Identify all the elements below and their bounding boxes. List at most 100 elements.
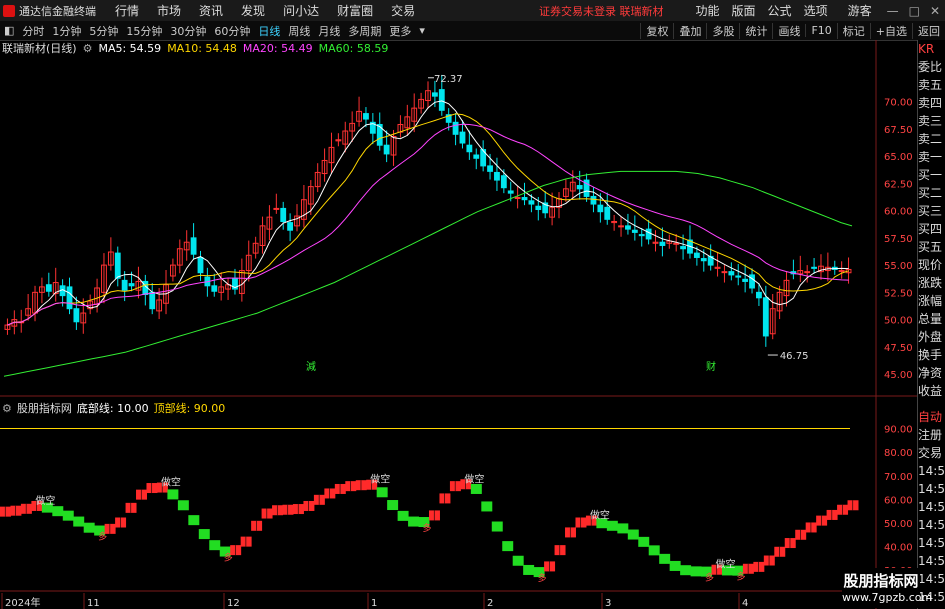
buy-signal-label: 多: [736, 571, 745, 583]
panel-field: 卖一: [918, 150, 943, 164]
panel-field: 涨幅: [918, 294, 943, 308]
candle-body: [473, 154, 480, 159]
login-notice[interactable]: 证券交易未登录 联瑞新材: [539, 3, 664, 19]
maximize-icon[interactable]: □: [909, 4, 920, 18]
menu-trade[interactable]: 交易: [391, 2, 415, 19]
panel-field: 外盘: [918, 330, 943, 344]
indicator-name[interactable]: 股朋指标网: [17, 400, 72, 416]
low-price-label: 46.75: [780, 351, 809, 362]
restore-rights-button[interactable]: 复权: [640, 22, 673, 39]
menu-wealth[interactable]: 财富圈: [337, 2, 373, 19]
close-icon[interactable]: ✕: [930, 4, 940, 18]
sell-signal-label: 做空: [35, 494, 55, 507]
candle-body: [280, 207, 287, 222]
panel-bottom-list: 自动注册交易 14:55 14:55 14:55 14:55 14:56 14:56 14:5…: [918, 408, 945, 606]
sell-signal-label: 做空: [716, 558, 736, 571]
period-daily[interactable]: 日线: [258, 23, 280, 39]
price-axis: 70.00 67.50 65.00 62.50 60.00 57.50 55.00 52.50…: [884, 98, 913, 382]
menu-discover[interactable]: 发现: [241, 2, 265, 19]
statistics-button[interactable]: 统计: [739, 22, 772, 39]
minimize-icon[interactable]: —: [887, 4, 899, 18]
menu-ask[interactable]: 问小达: [283, 2, 319, 19]
candle-body: [645, 228, 652, 240]
candle-body: [507, 190, 514, 194]
candle-body: [638, 234, 645, 237]
candle-body: [604, 206, 611, 220]
indicator-bar: [491, 521, 503, 532]
candle-body: [742, 278, 749, 282]
mark-button[interactable]: 标记: [836, 22, 870, 39]
gear-icon[interactable]: ⚙: [2, 402, 12, 415]
event-mark: 财: [706, 360, 716, 373]
candle-body: [528, 200, 535, 205]
menu-formula[interactable]: 公式: [768, 2, 792, 19]
date-tick-label: 2: [487, 598, 493, 609]
candlesticks: [4, 74, 852, 347]
candle-body: [273, 207, 280, 210]
menu-options[interactable]: 选项: [804, 2, 828, 19]
menu-function[interactable]: 功能: [696, 2, 720, 19]
candle-body: [73, 308, 80, 323]
draw-line-button[interactable]: 画线: [772, 22, 805, 39]
auto-label[interactable]: 自动: [918, 408, 945, 426]
panel-field: 买四: [918, 222, 943, 236]
indicator-bar: [512, 555, 524, 566]
panel-field: 换手: [918, 348, 943, 362]
indicator-bar: [523, 564, 535, 575]
period-15min[interactable]: 15分钟: [126, 23, 162, 39]
tick-time: 14:55: [918, 518, 945, 532]
guest-button[interactable]: 游客: [848, 2, 872, 19]
multi-stock-button[interactable]: 多股: [706, 22, 739, 39]
menu-market[interactable]: 市场: [157, 2, 181, 19]
back-button[interactable]: 返回: [912, 22, 945, 39]
panel-top-label: KR: [918, 42, 935, 56]
panel-field: 买二: [918, 186, 943, 200]
indicator-bar: [481, 501, 493, 512]
candle-body: [197, 256, 204, 274]
period-30min[interactable]: 30分钟: [170, 23, 206, 39]
toggle-icon[interactable]: ◧: [4, 24, 14, 37]
menu-news[interactable]: 资讯: [199, 2, 223, 19]
indicator-bar: [638, 536, 650, 547]
menu-layout[interactable]: 版面: [732, 2, 756, 19]
period-more[interactable]: 更多: [389, 23, 411, 39]
candle-body: [500, 175, 507, 189]
settings-icon[interactable]: ⚙: [83, 42, 93, 55]
period-1min[interactable]: 1分钟: [52, 23, 81, 39]
panel-field: 卖四: [918, 96, 943, 110]
candle-body: [680, 246, 687, 250]
period-5min[interactable]: 5分钟: [89, 23, 118, 39]
tick-time[interactable]: 注册: [918, 426, 945, 444]
period-multi[interactable]: 多周期: [348, 23, 381, 39]
chevron-down-icon[interactable]: ▾: [419, 24, 425, 37]
indicator-tick-label: 90.00: [884, 425, 913, 436]
buy-signal-label: 多: [98, 531, 107, 543]
overlay-button[interactable]: 叠加: [673, 22, 706, 39]
menu-quotes[interactable]: 行情: [115, 2, 139, 19]
candle-body: [693, 252, 700, 258]
chart-area[interactable]: 70.00 67.50 65.00 62.50 60.00 57.50 55.00 52.50…: [0, 40, 917, 609]
indicator-bar: [209, 540, 221, 551]
candle-body: [700, 258, 707, 262]
tick-time[interactable]: 交易: [918, 444, 945, 462]
indicator-bar: [177, 500, 189, 511]
f10-button[interactable]: F10: [805, 24, 836, 37]
panel-field: 卖二: [918, 132, 943, 146]
candle-body: [494, 171, 500, 181]
candle-body: [121, 279, 128, 291]
period-intraday[interactable]: 分时: [22, 23, 44, 39]
add-watchlist-button[interactable]: +自选: [869, 22, 912, 39]
app-logo: [3, 4, 15, 17]
period-60min[interactable]: 60分钟: [214, 23, 250, 39]
candle-body: [431, 92, 438, 97]
period-monthly[interactable]: 月线: [318, 23, 340, 39]
tick-time: 14:55: [918, 464, 945, 478]
ma10-line: [7, 113, 849, 326]
price-tick-label: 60.00: [884, 207, 913, 218]
candle-body: [762, 297, 769, 337]
ma20-line: [7, 123, 849, 326]
panel-field: 卖三: [918, 114, 943, 128]
period-weekly[interactable]: 周线: [288, 23, 310, 39]
candle-body: [535, 205, 542, 211]
candle-body: [466, 144, 473, 153]
